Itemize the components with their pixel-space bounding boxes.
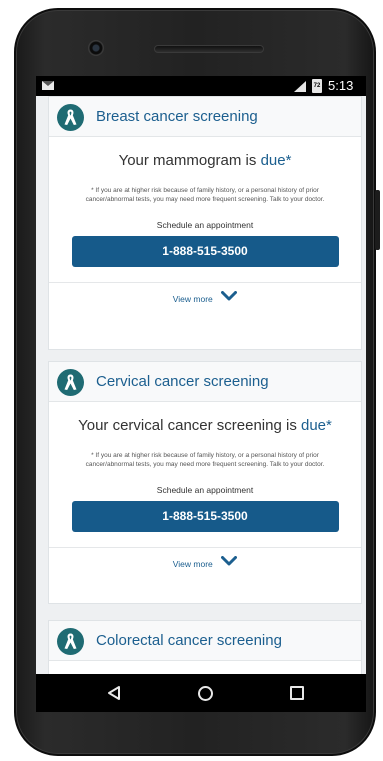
mail-notification-icon (42, 81, 54, 90)
battery-icon: 72 (312, 79, 322, 93)
schedule-label: Schedule an appointment (156, 220, 254, 230)
navigation-bar (36, 674, 366, 712)
phone-screen: 72 5:13 Breast cancer screening Your mam… (36, 76, 366, 712)
card-header: Colorectal cancer screening (49, 621, 361, 661)
card-header: Breast cancer screening (49, 97, 361, 137)
call-phone-button[interactable]: 1-888-515-3500 (71, 501, 339, 532)
view-more-toggle[interactable]: View more (49, 548, 361, 580)
chevron-down-icon (221, 291, 238, 301)
awareness-ribbon-icon (57, 628, 84, 655)
view-more-label: View more (172, 294, 213, 304)
status-time: 5:13 (328, 78, 354, 93)
screening-status: Your cervical cancer screening is due* (49, 417, 361, 437)
view-more-toggle[interactable]: View more (49, 283, 361, 315)
chevron-down-icon (221, 556, 238, 566)
screening-card-breast: Breast cancer screening Your mammogram i… (48, 96, 362, 350)
risk-disclaimer: * If you are at higher risk because of f… (85, 452, 325, 468)
card-title: Breast cancer screening (96, 108, 258, 125)
signal-icon (294, 81, 306, 92)
status-text: Your mammogram is (118, 152, 261, 169)
risk-disclaimer: * If you are at higher risk because of f… (85, 187, 325, 203)
status-due: due* (260, 152, 292, 169)
home-icon[interactable] (198, 686, 213, 701)
call-phone-button[interactable]: 1-888-515-3500 (71, 236, 339, 267)
screening-status: Your mammogram is due* (49, 152, 361, 172)
view-more-label: View more (172, 559, 213, 569)
screening-card-colorectal: Colorectal cancer screening (48, 620, 362, 674)
card-title: Cervical cancer screening (96, 373, 269, 390)
recent-apps-icon[interactable] (290, 686, 304, 700)
awareness-ribbon-icon (57, 369, 84, 396)
schedule-label: Schedule an appointment (156, 485, 254, 495)
screening-card-cervical: Cervical cancer screening Your cervical … (48, 361, 362, 604)
side-button (375, 190, 380, 250)
front-camera (88, 40, 104, 56)
card-header: Cervical cancer screening (49, 362, 361, 402)
status-bar: 72 5:13 (36, 76, 366, 96)
awareness-ribbon-icon (57, 104, 84, 131)
screening-list[interactable]: Breast cancer screening Your mammogram i… (36, 96, 366, 674)
card-title: Colorectal cancer screening (96, 632, 282, 649)
status-due: due* (301, 417, 332, 434)
back-icon[interactable] (106, 685, 122, 701)
status-text: Your cervical cancer screening is (78, 417, 301, 434)
earpiece-speaker (154, 45, 264, 53)
